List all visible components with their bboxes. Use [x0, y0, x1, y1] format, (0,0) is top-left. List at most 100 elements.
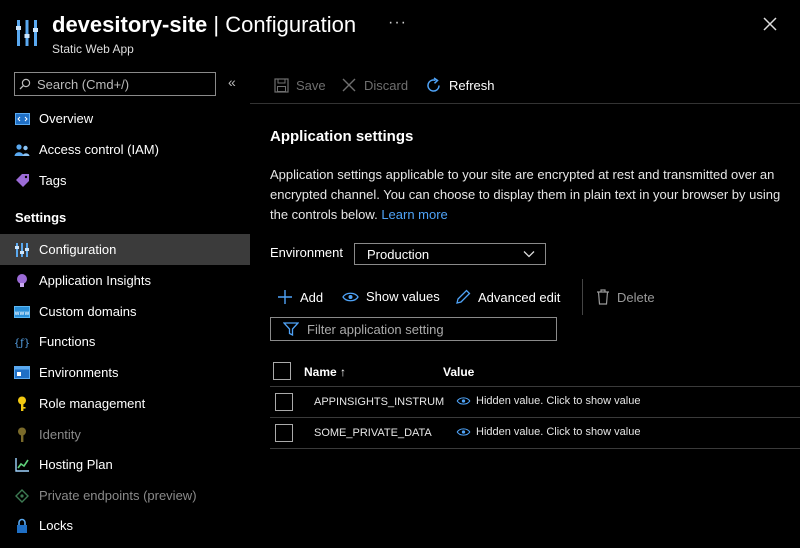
sidebar-item-identity[interactable]: Identity — [0, 419, 250, 450]
show-values-label: Show values — [366, 289, 440, 304]
sidebar-item-role-management[interactable]: Role management — [0, 388, 250, 419]
save-label: Save — [296, 77, 326, 93]
sidebar-item-label: Tags — [39, 173, 67, 188]
sidebar-item-environments[interactable]: Environments — [0, 357, 250, 388]
environment-dropdown[interactable]: Production — [354, 243, 546, 265]
filter-input[interactable]: Filter application setting — [270, 317, 557, 341]
table-row-divider — [270, 417, 800, 418]
page-title: devesitory-site | Configuration — [52, 12, 356, 38]
plus-icon — [278, 290, 292, 304]
refresh-label: Refresh — [449, 77, 495, 93]
delete-button[interactable]: Delete — [596, 289, 655, 305]
sidebar-item-label: Identity — [39, 427, 81, 442]
endpoints-icon — [14, 488, 30, 504]
svg-text:www: www — [15, 310, 30, 317]
advanced-edit-button[interactable]: Advanced edit — [455, 289, 560, 305]
discard-button[interactable]: Discard — [341, 76, 408, 94]
chevron-down-icon — [523, 251, 535, 258]
toolbar-divider — [250, 103, 800, 104]
name-column-header[interactable]: Name ↑ — [304, 365, 346, 379]
sidebar-item-label: Functions — [39, 334, 96, 349]
setting-name: SOME_PRIVATE_DATA — [314, 427, 432, 439]
section-heading: Application settings — [270, 128, 414, 145]
sidebar-item-custom-domains[interactable]: www Custom domains — [0, 296, 250, 327]
description-text: Application settings applicable to your … — [270, 167, 781, 222]
filter-placeholder: Filter application setting — [307, 321, 444, 337]
add-button[interactable]: Add — [277, 289, 323, 305]
row-checkbox[interactable] — [275, 424, 293, 442]
actions-separator — [582, 279, 583, 315]
discard-label: Discard — [364, 77, 409, 93]
search-icon — [19, 78, 31, 90]
hidden-value-link[interactable]: Hidden value. Click to show value — [456, 395, 640, 407]
blade-title: Configuration — [225, 12, 357, 37]
title-separator: | — [207, 12, 226, 37]
sidebar-item-overview[interactable]: Overview — [0, 103, 250, 134]
resource-name: devesitory-site — [52, 12, 208, 37]
sidebar-item-functions[interactable]: {ƒ} Functions — [0, 326, 250, 357]
sidebar-item-access-control[interactable]: Access control (IAM) — [0, 134, 250, 165]
environment-label: Environment — [270, 245, 343, 260]
setting-name: APPINSIGHTS_INSTRUM — [314, 396, 445, 408]
sliders-icon — [14, 242, 30, 258]
sidebar-item-label: Custom domains — [39, 304, 137, 319]
sidebar-item-label: Access control (IAM) — [39, 142, 159, 157]
sidebar-item-application-insights[interactable]: Application Insights — [0, 265, 250, 296]
sidebar-item-private-endpoints[interactable]: Private endpoints (preview) — [0, 480, 250, 511]
refresh-icon — [427, 76, 440, 92]
sidebar-item-configuration[interactable]: Configuration — [0, 234, 250, 265]
save-icon — [274, 77, 289, 93]
sidebar-item-label: Configuration — [39, 242, 117, 257]
trash-icon — [597, 289, 609, 305]
key-icon — [14, 396, 30, 412]
environment-icon — [14, 365, 30, 381]
refresh-button[interactable]: Refresh — [425, 76, 495, 94]
overview-icon — [14, 111, 30, 127]
hidden-value-link[interactable]: Hidden value. Click to show value — [456, 426, 640, 438]
environment-value: Production — [367, 246, 430, 262]
sidebar-item-tags[interactable]: Tags — [0, 165, 250, 196]
sidebar-item-label: Role management — [39, 396, 146, 411]
add-label: Add — [300, 289, 324, 305]
sidebar-item-label: Application Insights — [39, 273, 152, 288]
hidden-value-text: Hidden value. Click to show value — [476, 426, 641, 438]
chart-icon — [14, 457, 30, 473]
row-checkbox[interactable] — [275, 393, 293, 411]
sidebar-item-label: Hosting Plan — [39, 457, 113, 472]
close-icon[interactable] — [760, 14, 780, 34]
eye-icon — [456, 397, 471, 405]
discard-icon — [342, 78, 356, 92]
show-values-button[interactable]: Show values — [342, 289, 440, 304]
collapse-sidebar-button[interactable]: « — [228, 74, 236, 90]
settings-section-heading: Settings — [15, 210, 67, 225]
tag-icon — [14, 173, 30, 189]
save-button[interactable]: Save — [274, 76, 326, 94]
sidebar-item-locks[interactable]: Locks — [0, 510, 250, 541]
sidebar-item-label: Private endpoints (preview) — [39, 488, 197, 503]
identity-key-icon — [14, 427, 30, 443]
sidebar-item-hosting-plan[interactable]: Hosting Plan — [0, 449, 250, 480]
select-all-checkbox[interactable] — [273, 362, 291, 380]
filter-icon — [283, 322, 299, 336]
sidebar-item-label: Environments — [39, 365, 119, 380]
pencil-icon — [456, 289, 471, 304]
static-web-app-icon — [16, 20, 38, 46]
delete-label: Delete — [617, 289, 655, 305]
table-header-divider — [270, 386, 800, 387]
resource-type: Static Web App — [52, 42, 134, 56]
search-placeholder: Search (Cmd+/) — [37, 76, 130, 92]
sidebar-item-label: Overview — [39, 111, 94, 126]
more-options-button[interactable]: ··· — [388, 14, 407, 32]
globe-box-icon: www — [14, 304, 30, 320]
eye-icon — [342, 292, 359, 301]
learn-more-link[interactable]: Learn more — [381, 207, 447, 222]
search-input[interactable]: Search (Cmd+/) — [14, 72, 216, 96]
lightbulb-icon — [14, 273, 30, 289]
hidden-value-text: Hidden value. Click to show value — [476, 395, 641, 407]
sidebar-item-label: Locks — [39, 518, 73, 533]
lock-icon — [14, 518, 30, 534]
svg-text:{ƒ}: {ƒ} — [14, 338, 30, 349]
people-icon — [14, 142, 30, 158]
table-row-divider — [270, 448, 800, 449]
value-column-header: Value — [443, 365, 475, 379]
